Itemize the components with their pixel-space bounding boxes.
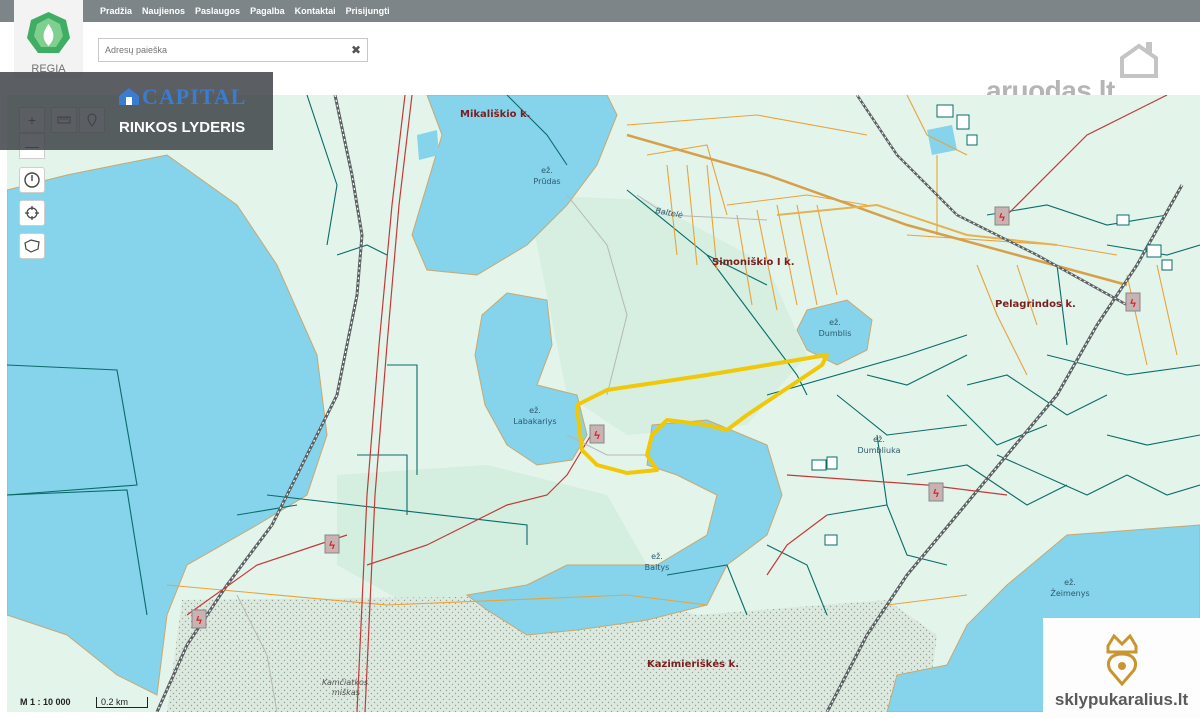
place-label: Kazimieriškės k.: [647, 658, 739, 670]
power-substation-icon: ϟ: [589, 424, 605, 444]
nav-link-pradzia[interactable]: Pradžia: [100, 6, 132, 16]
svg-text:Prūdas: Prūdas: [533, 177, 560, 186]
svg-text:Dumbliuka: Dumbliuka: [857, 446, 900, 455]
svg-text:ϟ: ϟ: [999, 212, 1005, 224]
clear-search-icon[interactable]: ✖: [351, 43, 361, 57]
regia-emblem-icon: [27, 12, 70, 53]
power-toggle-icon[interactable]: [19, 167, 45, 193]
place-label: Simoniškio I k.: [712, 256, 795, 268]
map-scale-ratio: M 1 : 10 000: [20, 697, 71, 707]
capital-house-icon: [119, 88, 139, 105]
aruodas-house-icon: [1120, 42, 1158, 78]
power-substation-icon: ϟ: [324, 534, 340, 554]
sklypukaralius-badge[interactable]: sklypukaralius.lt: [1043, 618, 1200, 719]
capital-ad-banner[interactable]: CAPITAL RINKOS LYDERIS: [0, 72, 273, 150]
footer-strip: [0, 712, 1200, 719]
nav-link-naujienos[interactable]: Naujienos: [142, 6, 185, 16]
crown-map-pin-icon: [1106, 633, 1138, 686]
draw-polygon-icon[interactable]: [19, 233, 45, 259]
map-scale-bar: 0.2 km: [96, 697, 148, 708]
svg-text:ež.: ež.: [873, 435, 885, 444]
locate-crosshair-icon[interactable]: [19, 200, 45, 226]
svg-text:ež.: ež.: [1064, 578, 1076, 587]
svg-text:Dumblis: Dumblis: [819, 329, 852, 338]
svg-text:ež.: ež.: [651, 552, 663, 561]
svg-text:ϟ: ϟ: [1130, 298, 1136, 310]
nav-link-kontaktai[interactable]: Kontaktai: [295, 6, 336, 16]
map-canvas[interactable]: ϟ ϟ ϟ ϟ ϟ ϟ Mikališkio k. Simoniškio I k…: [7, 95, 1200, 712]
pond: [927, 125, 957, 155]
capital-tagline: RINKOS LYDERIS: [119, 119, 246, 136]
address-search-input[interactable]: [99, 39, 339, 61]
nav-link-paslaugos[interactable]: Paslaugos: [195, 6, 240, 16]
power-substation-icon: ϟ: [1125, 292, 1141, 312]
svg-text:ež.: ež.: [541, 166, 553, 175]
svg-text:Žeimenys: Žeimenys: [1050, 587, 1089, 598]
power-substation-icon: ϟ: [928, 482, 944, 502]
sklypukaralius-text: sklypukaralius.lt: [1054, 690, 1189, 709]
place-label: Pelagrindos k.: [995, 299, 1076, 310]
place-label: Mikališkio k.: [460, 108, 530, 120]
pond: [417, 130, 439, 160]
svg-text:ež.: ež.: [529, 406, 541, 415]
svg-text:ϟ: ϟ: [196, 615, 202, 627]
nav-link-pagalba[interactable]: Pagalba: [250, 6, 285, 16]
svg-text:ϟ: ϟ: [329, 540, 335, 552]
forest-label: miškas: [332, 687, 360, 697]
nav-link-prisijungti[interactable]: Prisijungti: [346, 6, 390, 16]
capital-brand: CAPITAL: [142, 84, 247, 109]
top-navigation-bar: Pradžia Naujienos Paslaugos Pagalba Kont…: [0, 0, 1200, 22]
svg-text:ϟ: ϟ: [594, 430, 600, 442]
power-substation-icon: ϟ: [191, 609, 207, 629]
svg-text:Baltys: Baltys: [645, 563, 670, 572]
forest-label: Kamčiatkos: [322, 677, 368, 687]
power-substation-icon: ϟ: [994, 206, 1010, 226]
address-search: ✖: [98, 38, 368, 62]
svg-text:ϟ: ϟ: [933, 488, 939, 500]
regia-logo[interactable]: REGIA: [14, 0, 83, 78]
main-nav: Pradžia Naujienos Paslaugos Pagalba Kont…: [100, 0, 390, 22]
svg-text:Labakariys: Labakariys: [513, 417, 556, 426]
svg-text:ež.: ež.: [829, 318, 841, 327]
